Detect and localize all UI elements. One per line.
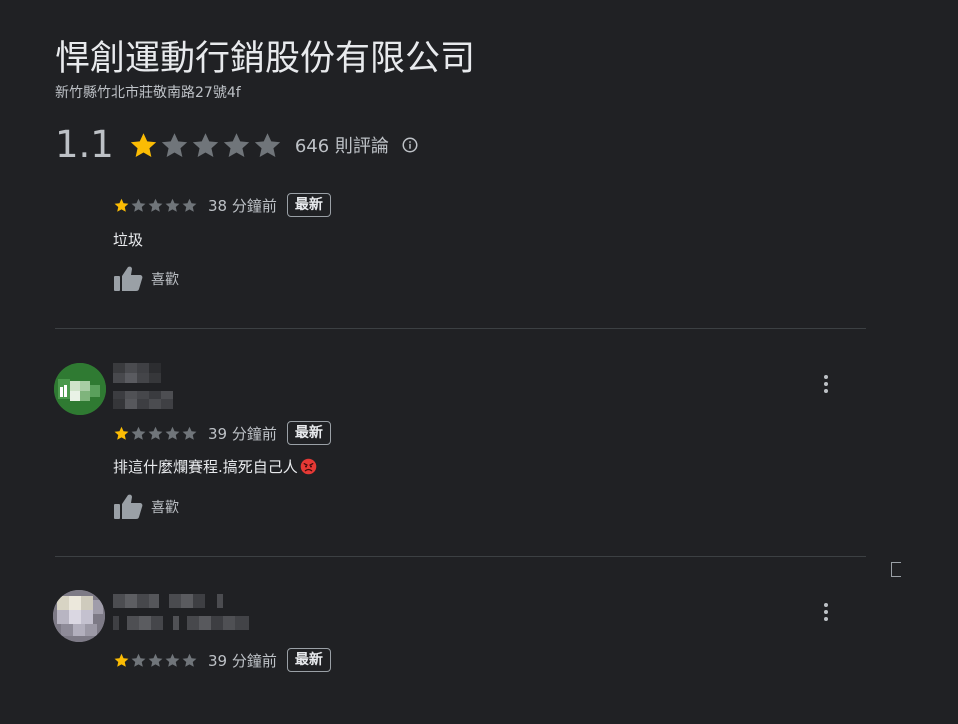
star-empty-icon (131, 198, 146, 212)
star-filled-icon (114, 426, 129, 440)
star-empty-icon (131, 426, 146, 440)
review-text-content: 排這什麼爛賽程.搞死自己人 (113, 458, 298, 476)
newest-badge[interactable]: 最新 (286, 421, 331, 445)
pixelated-avatar-image (54, 363, 106, 415)
divider (55, 556, 866, 557)
star-filled-icon (114, 198, 129, 212)
star-empty-icon (254, 132, 281, 157)
review-count: 646 則評論 (294, 136, 389, 157)
review-rating-row: 38 分鐘前 最新 (113, 192, 331, 218)
like-button[interactable]: 喜歡 (113, 265, 179, 293)
more-vert-icon[interactable] (818, 600, 834, 624)
business-address: 新竹縣竹北市莊敬南路27號4f (55, 85, 241, 101)
review-time: 38 分鐘前 (208, 196, 277, 215)
star-empty-icon (148, 653, 163, 667)
scroll-indicator (891, 562, 901, 577)
like-button[interactable]: 喜歡 (113, 493, 179, 521)
avatar[interactable] (53, 590, 105, 642)
star-empty-icon (223, 132, 250, 157)
star-empty-icon (148, 198, 163, 212)
star-empty-icon (161, 132, 188, 157)
pixelated-name-image (113, 363, 173, 409)
review-stars (113, 197, 198, 214)
review-text: 垃圾 (113, 231, 144, 249)
pixelated-avatar-image (53, 590, 105, 642)
review-rating-row: 39 分鐘前 最新 (113, 420, 331, 446)
star-empty-icon (131, 653, 146, 667)
reviews-page: 悍創運動行銷股份有限公司 新竹縣竹北市莊敬南路27號4f 1.1 646 則評論 (0, 0, 958, 724)
pixelated-name-image (113, 594, 249, 630)
review-text: 排這什麼爛賽程.搞死自己人 (113, 457, 317, 477)
star-empty-icon (182, 426, 197, 440)
review-time: 39 分鐘前 (208, 651, 277, 670)
star-empty-icon (165, 198, 180, 212)
review-time: 39 分鐘前 (208, 424, 277, 443)
review-stars (113, 425, 198, 442)
star-empty-icon (165, 653, 180, 667)
reviewer-name-obscured[interactable] (113, 592, 253, 642)
business-name: 悍創運動行銷股份有限公司 (55, 39, 476, 79)
star-empty-icon (192, 132, 219, 157)
star-empty-icon (148, 426, 163, 440)
average-stars (128, 130, 283, 161)
rating-summary: 1.1 646 則評論 (55, 122, 419, 168)
like-label: 喜歡 (151, 500, 179, 516)
reviewer-name-obscured[interactable] (113, 363, 179, 417)
star-filled-icon (114, 653, 129, 667)
star-empty-icon (182, 653, 197, 667)
star-filled-icon (130, 132, 157, 157)
star-empty-icon (165, 426, 180, 440)
average-rating: 1.1 (55, 123, 114, 166)
newest-badge[interactable]: 最新 (286, 648, 331, 672)
review-stars (113, 652, 198, 669)
angry-face-icon (300, 458, 317, 475)
divider (55, 328, 866, 329)
info-circle-icon[interactable] (401, 136, 419, 154)
thumbs-up-icon (114, 494, 143, 519)
review-rating-row: 39 分鐘前 最新 (113, 647, 331, 673)
like-label: 喜歡 (151, 272, 179, 288)
more-vert-icon[interactable] (818, 372, 834, 396)
star-empty-icon (182, 198, 197, 212)
thumbs-up-icon (114, 266, 143, 291)
newest-badge[interactable]: 最新 (286, 193, 331, 217)
avatar[interactable] (54, 363, 106, 415)
